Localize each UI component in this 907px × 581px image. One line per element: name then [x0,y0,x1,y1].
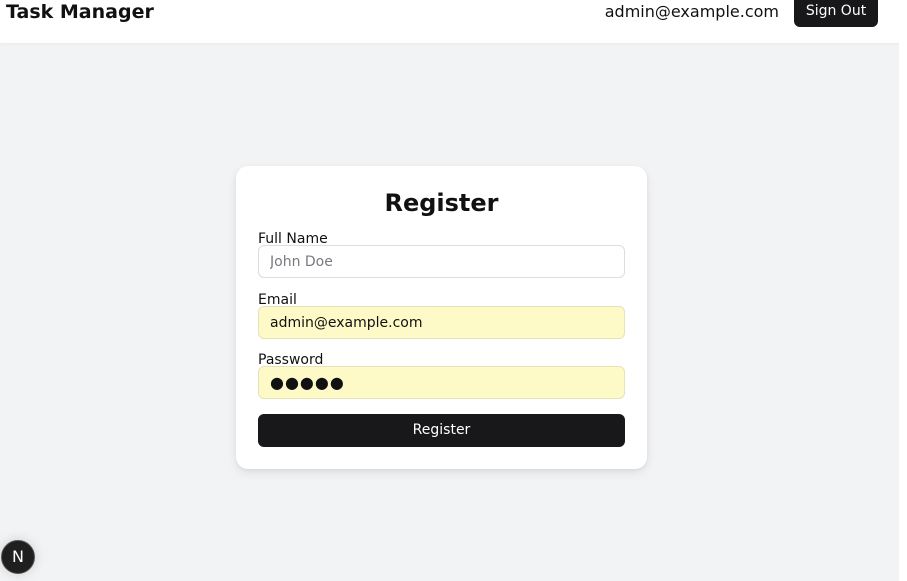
user-email: admin@example.com [604,2,779,21]
page: Task Manager admin@example.com Sign Out … [0,0,907,581]
app-title: Task Manager [6,1,154,23]
nextjs-logo-icon: N [12,547,24,566]
full-name-input[interactable] [258,245,625,278]
nextjs-dev-badge[interactable]: N [1,540,35,574]
sign-out-button[interactable]: Sign Out [794,0,878,27]
email-input[interactable] [258,306,625,339]
register-title: Register [384,189,499,217]
top-navbar: Task Manager admin@example.com Sign Out [0,0,899,43]
password-input[interactable] [258,366,625,399]
scrollbar[interactable] [899,0,907,581]
register-card: Register Full Name Email Password Regist… [236,166,647,469]
register-button[interactable]: Register [258,414,625,447]
